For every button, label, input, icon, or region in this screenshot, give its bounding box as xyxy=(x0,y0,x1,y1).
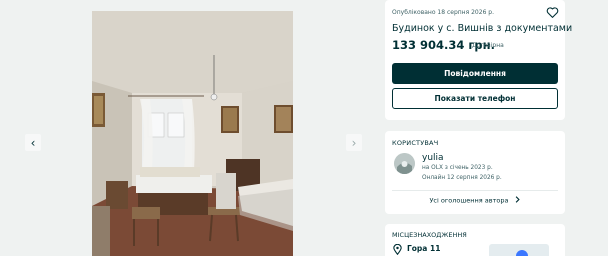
user-since: на OLX з січень 2023 р. xyxy=(422,165,493,171)
all-ads-label: Усі оголошення автора xyxy=(429,196,509,205)
message-button[interactable]: Повідомлення xyxy=(392,63,558,84)
user-online-status: Онлайн 12 серпня 2026 р. xyxy=(422,175,502,181)
user-section-title: Користувач xyxy=(392,139,439,147)
negotiable-label: Договірна xyxy=(472,42,504,49)
divider xyxy=(392,190,558,191)
gallery-prev-button[interactable]: ‹ xyxy=(25,134,41,151)
location-map[interactable] xyxy=(489,244,549,256)
avatar[interactable] xyxy=(394,153,415,174)
photo-gallery: ‹ › xyxy=(0,0,377,256)
heart-icon[interactable] xyxy=(546,6,559,19)
listing-photo[interactable] xyxy=(92,11,293,256)
chevron-right-icon: › xyxy=(351,135,357,150)
location-pin-icon xyxy=(393,244,402,255)
chevron-right-icon xyxy=(515,196,520,203)
ad-summary-card: Опубліковано 18 серпня 2026 р. Будинок у… xyxy=(385,0,572,120)
location-section-title: Місцезнаходження xyxy=(392,231,467,239)
published-date: Опубліковано 18 серпня 2026 р. xyxy=(392,9,495,16)
user-name[interactable]: yulia xyxy=(422,153,444,163)
gallery-next-button[interactable]: › xyxy=(346,134,362,151)
location-card: Місцезнаходження Гора 11 xyxy=(385,224,565,256)
user-card: Користувач yulia на OLX з січень 2023 р.… xyxy=(385,131,565,214)
ad-title: Будинок у с. Вишнів з документами xyxy=(392,23,573,34)
all-ads-link[interactable]: Усі оголошення автора xyxy=(385,196,565,205)
chevron-left-icon: ‹ xyxy=(30,135,36,150)
map-marker xyxy=(516,250,528,256)
location-name: Гора 11 xyxy=(407,244,441,253)
show-phone-button[interactable]: Показати телефон xyxy=(392,88,558,109)
